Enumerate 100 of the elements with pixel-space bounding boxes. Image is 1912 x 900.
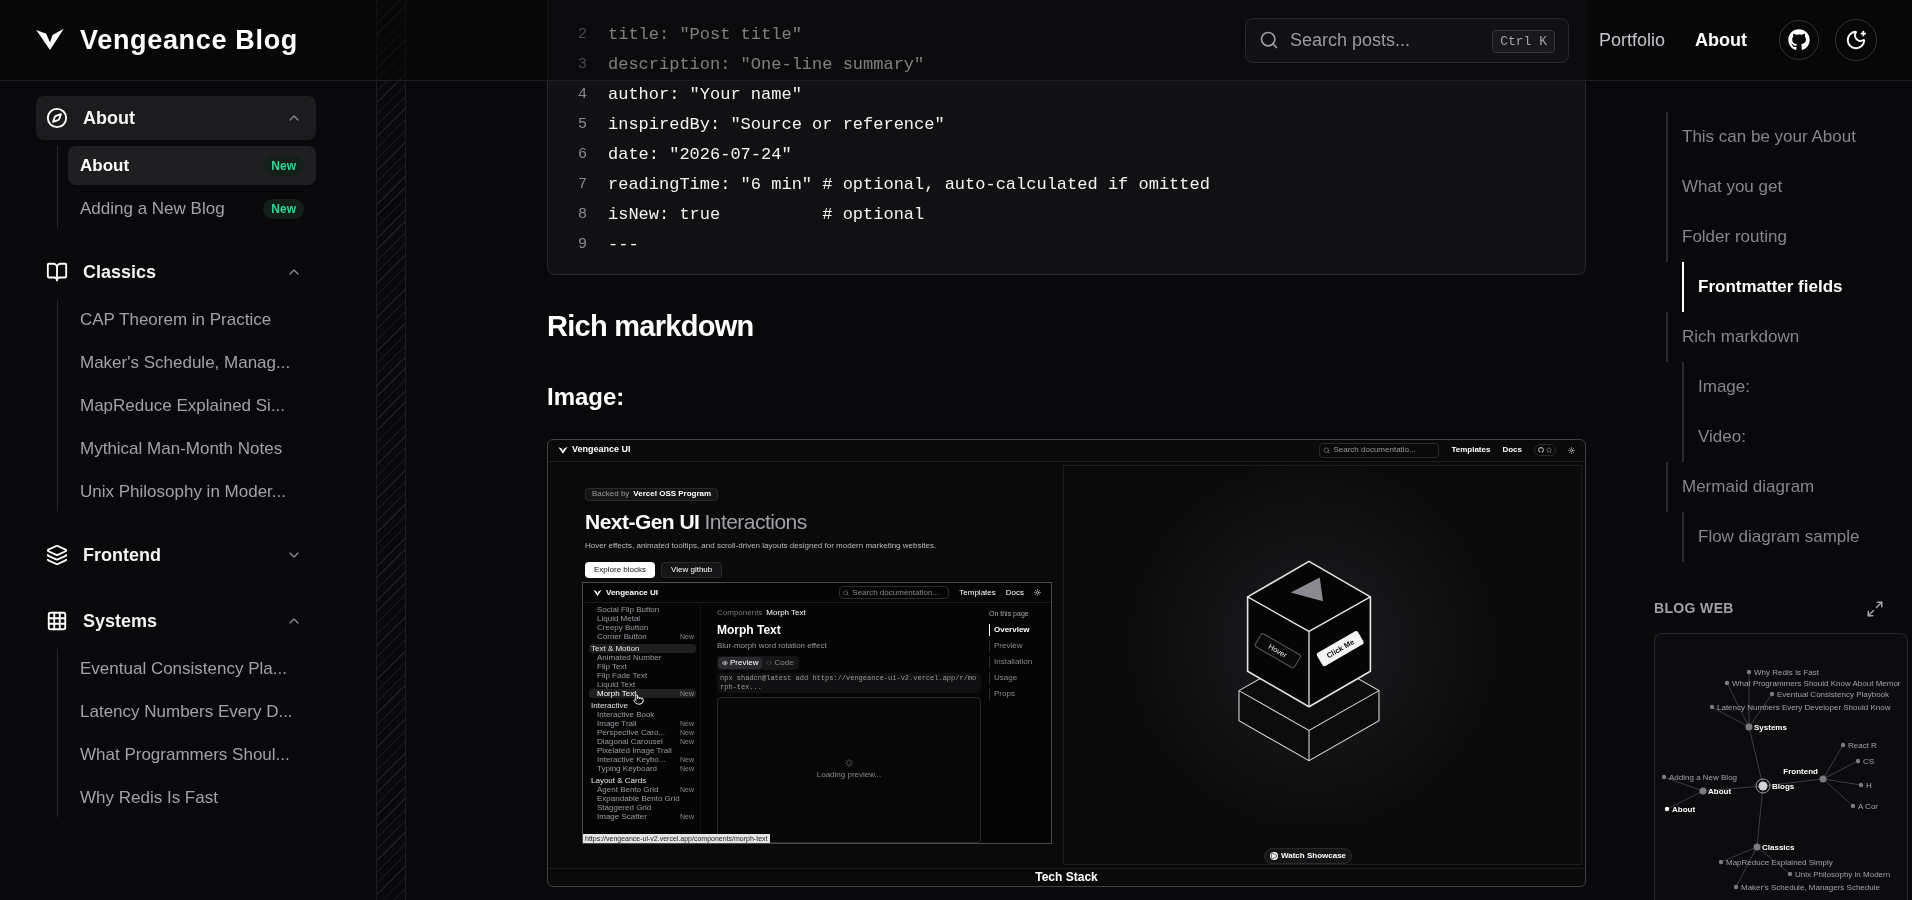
nav-link[interactable]: Portfolio: [1598, 26, 1665, 54]
sidebar-group[interactable]: Layout & Cards: [589, 776, 696, 785]
code-line: ---: [608, 234, 639, 257]
expand-icon[interactable]: [1866, 599, 1884, 618]
graph-node[interactable]: [1699, 787, 1707, 795]
toc-link[interactable]: Installation: [989, 655, 1051, 668]
graph-node[interactable]: [1855, 758, 1861, 764]
sidebar-item[interactable]: Pixelated Image Trail: [589, 746, 696, 755]
toc-link[interactable]: Mermaid diagram: [1682, 474, 1815, 500]
graph-node[interactable]: [1787, 871, 1793, 877]
node-label: React R: [1848, 741, 1877, 750]
node-label: What Programmers Should Know About Memor: [1732, 679, 1901, 688]
node-label: Frontend: [1783, 767, 1818, 776]
graph-node[interactable]: [1745, 723, 1753, 731]
sidebar-item[interactable]: Social Flip Button: [589, 605, 696, 614]
toc-link[interactable]: Folder routing: [1682, 224, 1787, 250]
hero-title: Next-Gen UI: [585, 508, 700, 535]
sidebar-item[interactable]: Flip Text: [589, 662, 696, 671]
hero-button[interactable]: View github: [661, 562, 723, 578]
watch-showcase-button[interactable]: Watch Showcase: [1264, 847, 1353, 864]
post-link[interactable]: Eventual Consistency Pla...: [68, 649, 316, 688]
code-line: date: "2026-07-24": [608, 144, 792, 167]
graph-node[interactable]: [1664, 806, 1670, 812]
graph-node[interactable]: [1709, 704, 1715, 710]
hero-button[interactable]: Explore blocks: [585, 562, 656, 578]
nav-link[interactable]: Docs: [1502, 444, 1522, 456]
play-icon: [1270, 851, 1278, 860]
category-header[interactable]: Frontend: [36, 533, 316, 577]
line-number: 7: [578, 174, 588, 195]
toc-link[interactable]: Flow diagram sample: [1698, 524, 1860, 550]
post-link[interactable]: Why Redis Is Fast: [68, 778, 316, 817]
nav-link[interactable]: Templates: [1451, 444, 1491, 456]
node-label: Classics: [1762, 843, 1795, 852]
nav-link[interactable]: Docs: [1005, 586, 1024, 599]
sidebar-item[interactable]: Expandable Bento Grid: [589, 794, 696, 803]
post-link[interactable]: CAP Theorem in Practice: [68, 300, 316, 339]
toc-link[interactable]: Overview: [989, 623, 1051, 636]
breadcrumb-item[interactable]: Components: [717, 607, 763, 619]
post-link[interactable]: Mythical Man-Month Notes: [68, 429, 316, 468]
post-link[interactable]: MapReduce Explained Si...: [68, 386, 316, 425]
line-number: 3: [578, 54, 588, 75]
graph-node[interactable]: [1840, 742, 1846, 748]
sidebar-item[interactable]: Staggered Grid: [589, 803, 696, 812]
post-link[interactable]: About New: [68, 146, 316, 185]
sidebar-group[interactable]: Interactive: [589, 701, 696, 710]
graph-node[interactable]: [1819, 775, 1827, 783]
graph-node[interactable]: [1858, 782, 1864, 788]
hand-cursor-icon: [633, 694, 644, 705]
graph-node[interactable]: [1755, 778, 1771, 794]
graph-node[interactable]: [1733, 884, 1739, 890]
layers-icon: [46, 544, 68, 566]
sun-icon: [1568, 446, 1575, 454]
toc-link[interactable]: Usage: [989, 671, 1051, 684]
line-number: 6: [578, 144, 588, 165]
preview-tab[interactable]: Code: [762, 657, 798, 669]
line-number: 9: [578, 234, 588, 255]
node-label: Unix Philosophy in Modern: [1795, 870, 1891, 879]
sidebar-group[interactable]: Text & Motion: [589, 644, 696, 653]
code-line: readingTime: "6 min" # optional, auto-calculated if omitted: [608, 174, 1210, 197]
nav-link[interactable]: About: [1695, 26, 1747, 54]
sidebar-item[interactable]: Flip Fade Text: [589, 671, 696, 680]
node-label: About: [1708, 787, 1732, 796]
code-line: title: "Post title": [608, 24, 802, 47]
toc-link[interactable]: Frontmatter fields: [1698, 274, 1843, 300]
graph-node[interactable]: [1661, 774, 1667, 780]
category-header[interactable]: Classics: [36, 250, 316, 294]
category-header[interactable]: Systems: [36, 599, 316, 643]
graph-node[interactable]: [1746, 669, 1752, 675]
search-field[interactable]: Search documentatio...: [1319, 442, 1440, 458]
graph-node[interactable]: [1718, 859, 1724, 865]
toc-link[interactable]: Video:: [1698, 424, 1746, 450]
sidebar-item[interactable]: Interactive Book: [589, 710, 696, 719]
toc-link[interactable]: This can be your About: [1682, 124, 1856, 150]
preview-tab[interactable]: Preview: [718, 657, 763, 669]
toc-link[interactable]: Preview: [989, 639, 1051, 652]
search-field[interactable]: Search documentation...: [839, 586, 950, 599]
toc-link[interactable]: Props: [989, 687, 1051, 700]
post-link[interactable]: Latency Numbers Every D...: [68, 692, 316, 731]
backed-by-badge: Backed by Vercel OSS Program: [585, 487, 719, 501]
eye-icon: [722, 660, 728, 666]
graph-node[interactable]: [1724, 680, 1730, 686]
sidebar-item[interactable]: Liquid Metal: [589, 614, 696, 623]
post-link[interactable]: Unix Philosophy in Moder...: [68, 472, 316, 511]
search-icon: [1258, 29, 1279, 50]
toc-link[interactable]: Image:: [1698, 374, 1750, 400]
toc-link[interactable]: What you get: [1682, 174, 1783, 200]
post-link[interactable]: Maker's Schedule, Manag...: [68, 343, 316, 382]
toc-link[interactable]: Rich markdown: [1682, 324, 1800, 350]
sidebar-item[interactable]: Animated Number: [589, 653, 696, 662]
graph-node[interactable]: [1753, 843, 1761, 851]
nav-link[interactable]: Templates: [959, 586, 996, 599]
book-icon: [46, 261, 68, 283]
graph-node[interactable]: [1850, 803, 1856, 809]
category-header[interactable]: About: [36, 96, 316, 140]
sidebar-item[interactable]: Creepy Button: [589, 623, 696, 632]
post-link[interactable]: Adding a New Blog New: [68, 189, 316, 228]
node-label: MapReduce Explained Simply: [1726, 858, 1833, 867]
sidebar-item[interactable]: Liquid Text: [589, 680, 696, 689]
post-link[interactable]: What Programmers Shoul...: [68, 735, 316, 774]
graph-node[interactable]: [1769, 691, 1775, 697]
